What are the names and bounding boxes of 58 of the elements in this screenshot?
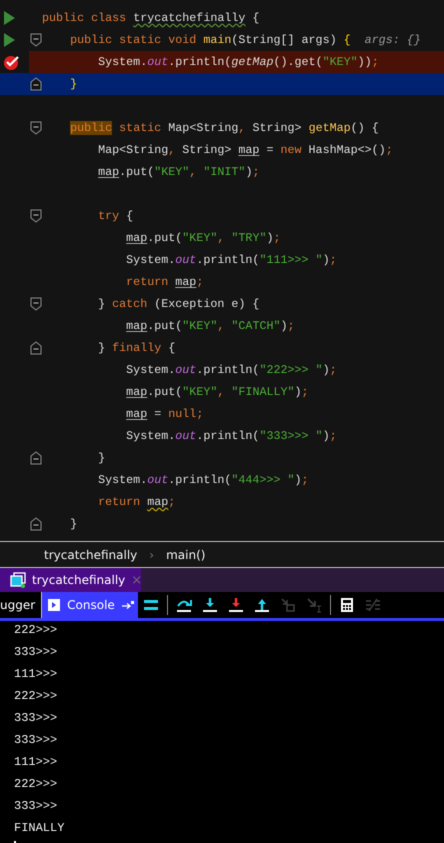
code-line: map.put("KEY", "CATCH");: [125, 318, 295, 334]
console-line: 333>>>: [14, 710, 58, 727]
code-line: }: [69, 516, 78, 532]
console-line: FINALLY: [14, 820, 64, 837]
calculator-icon[interactable]: [338, 597, 355, 613]
code-line: map.put("KEY", "FINALLY");: [125, 384, 309, 400]
session-tab-label: trycatchefinally: [32, 573, 126, 587]
code-line: map.put("KEY", "INIT");: [97, 164, 260, 180]
run-icon[interactable]: [3, 11, 15, 25]
console-line: 111>>>: [14, 754, 58, 771]
fold-icon[interactable]: [30, 341, 42, 355]
debug-tab[interactable]: Console: [42, 592, 138, 618]
code-line: public static void main(String[] args) { args: {}: [69, 32, 421, 48]
breadcrumb-item[interactable]: main(): [166, 548, 206, 562]
console-line: 222>>>: [14, 776, 58, 793]
step-over-icon[interactable]: [176, 597, 192, 613]
code-line: map.put("KEY", "TRY");: [125, 230, 281, 246]
console-window-icon: [10, 572, 26, 588]
console-line: 222>>>: [14, 622, 58, 639]
lines-icon[interactable]: [142, 597, 159, 613]
step-out-icon[interactable]: [254, 597, 270, 613]
code-line: return map;: [125, 274, 204, 290]
breadcrumb-separator: ›: [149, 548, 154, 562]
fold-icon[interactable]: [30, 209, 42, 223]
code-line: System.out.println("222>>> ");: [125, 362, 337, 378]
code-line: } catch (Exception e) {: [97, 296, 260, 312]
code-line: map = null;: [125, 406, 204, 422]
code-line: System.out.println("444>>> ");: [97, 472, 309, 488]
code-line: }: [97, 450, 106, 466]
code-line: public static Map<String, String> getMap() {: [69, 120, 379, 136]
console-line: 111>>>: [14, 666, 58, 683]
fold-icon[interactable]: [30, 517, 42, 531]
fold-icon[interactable]: [30, 121, 42, 135]
code-line: System.out.println("333>>> ");: [125, 428, 337, 444]
console-line: 333>>>: [14, 798, 58, 815]
step-into-icon[interactable]: [202, 597, 218, 613]
pin-icon[interactable]: [122, 600, 134, 610]
console-line: 333>>>: [14, 732, 58, 749]
fold-icon[interactable]: [30, 77, 42, 91]
breakpoint-icon[interactable]: [3, 54, 21, 70]
code-line: } finally {: [97, 340, 176, 356]
console-line: 333>>>: [14, 644, 58, 661]
code-line: System.out.println(getMap().get("KEY"));: [97, 54, 379, 70]
code-line: }: [69, 76, 78, 92]
console-icon: [48, 599, 60, 611]
run-icon[interactable]: [3, 33, 15, 47]
breadcrumb-item[interactable]: trycatchefinally: [44, 548, 138, 562]
code-line: System.out.println("111>>> ");: [125, 252, 337, 268]
code-line: return map;: [97, 494, 176, 510]
code-line: try {: [97, 208, 134, 224]
fold-icon[interactable]: [30, 33, 42, 47]
force-step-into-icon[interactable]: [228, 597, 244, 613]
console-line: 222>>>: [14, 688, 58, 705]
code-line: Map<String, String> map = new HashMap<>();: [97, 142, 393, 158]
session-tab[interactable]: trycatchefinally ×: [0, 568, 141, 592]
fold-icon[interactable]: [30, 451, 42, 465]
fold-icon[interactable]: [30, 297, 42, 311]
code-line: public class trycatchefinally {: [42, 10, 260, 26]
